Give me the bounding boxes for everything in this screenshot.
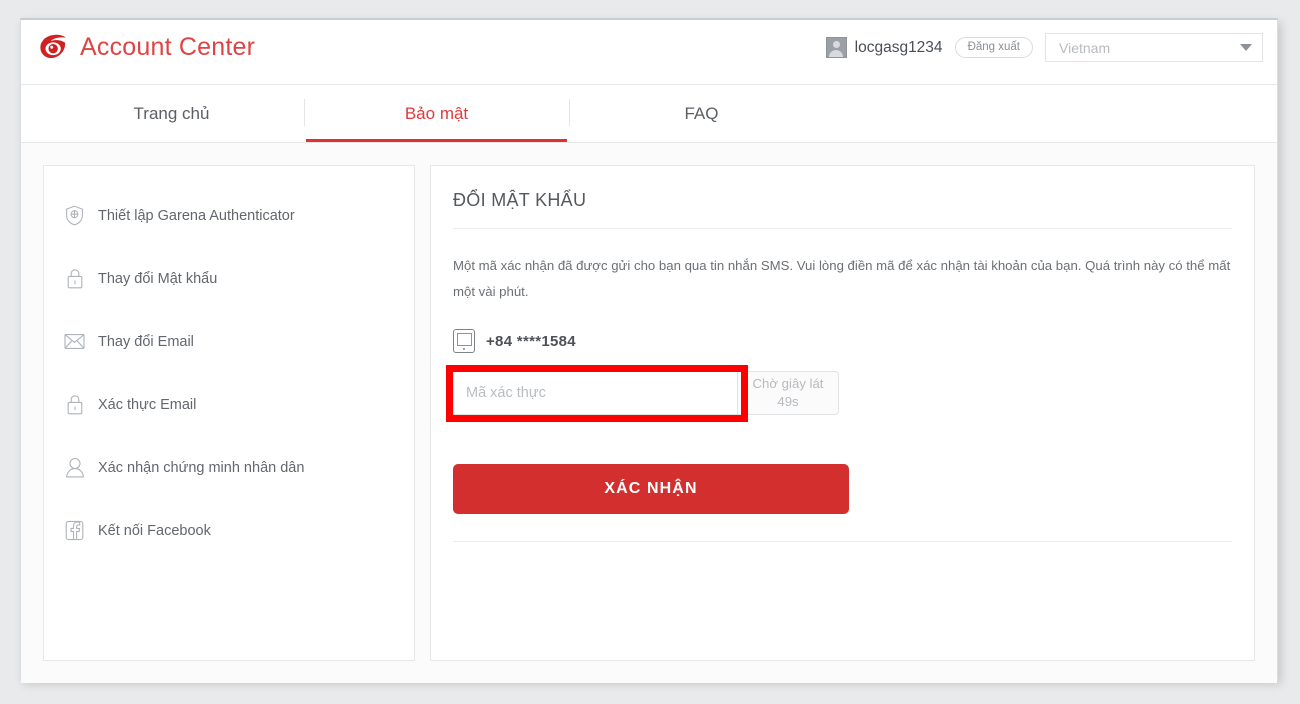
mobile-phone-icon xyxy=(453,329,475,354)
tab-bao-mat[interactable]: Bảo mật xyxy=(304,85,569,142)
resend-countdown-label: 49s xyxy=(777,394,799,410)
header-right: locgasg1234 Đăng xuất Vietnam xyxy=(825,33,1263,62)
phone-number-label: +84 ****1584 xyxy=(486,332,576,350)
title-divider xyxy=(453,228,1232,229)
avatar xyxy=(825,37,847,58)
site-header: Account Center locgasg1234 Đăng xuất Vie… xyxy=(21,20,1277,85)
main-panel: ĐỔI MẬT KHẨU Một mã xác nhận đã được gửi… xyxy=(430,165,1255,661)
sidebar-item-label: Kết nối Facebook xyxy=(98,522,211,539)
username-label: locgasg1234 xyxy=(854,38,943,56)
garena-logo-icon xyxy=(40,34,66,59)
envelope-icon xyxy=(64,331,85,353)
brand[interactable]: Account Center xyxy=(37,30,255,64)
phone-row: +84 ****1584 xyxy=(453,329,1232,354)
sidebar-item-verify-email[interactable]: Xác thực Email xyxy=(44,373,414,436)
person-id-icon xyxy=(64,457,85,479)
verification-code-input[interactable] xyxy=(453,371,737,416)
shield-icon xyxy=(64,205,85,227)
verification-code-row: Chờ giây lát 49s xyxy=(446,365,853,423)
tab-faq[interactable]: FAQ xyxy=(569,85,834,142)
submit-button[interactable]: XÁC NHẬN xyxy=(453,464,849,515)
description-text: Một mã xác nhận đã được gửi cho bạn qua … xyxy=(453,258,1231,299)
resend-code-button[interactable]: Chờ giây lát 49s xyxy=(737,371,839,416)
country-select-value: Vietnam xyxy=(1059,39,1111,56)
facebook-icon xyxy=(64,520,85,542)
sidebar-item-change-password[interactable]: Thay đổi Mật khẩu xyxy=(44,247,414,310)
sidebar: Thiết lập Garena Authenticator Thay đổi … xyxy=(43,165,415,661)
sidebar-item-label: Thay đổi Mật khẩu xyxy=(98,270,218,287)
sidebar-item-verify-id[interactable]: Xác nhận chứng minh nhân dân xyxy=(44,436,414,499)
nav-tabs: Trang chủ Bảo mật FAQ xyxy=(21,85,1277,143)
sidebar-item-label: Xác nhận chứng minh nhân dân xyxy=(98,459,305,476)
brand-title: Account Center xyxy=(80,32,256,61)
account-center-page: Account Center locgasg1234 Đăng xuất Vie… xyxy=(20,18,1278,683)
bottom-divider xyxy=(453,541,1232,543)
page-title: ĐỔI MẬT KHẨU xyxy=(453,190,587,210)
user-block: locgasg1234 xyxy=(825,37,943,58)
lock-icon xyxy=(64,394,85,416)
sidebar-item-authenticator[interactable]: Thiết lập Garena Authenticator xyxy=(44,184,414,247)
sidebar-item-change-email[interactable]: Thay đổi Email xyxy=(44,310,414,373)
sidebar-item-label: Thay đổi Email xyxy=(98,333,194,350)
tab-trang-chu[interactable]: Trang chủ xyxy=(39,85,304,142)
sidebar-item-label: Thiết lập Garena Authenticator xyxy=(98,207,295,224)
lock-icon xyxy=(64,268,85,290)
logout-button[interactable]: Đăng xuất xyxy=(954,37,1033,58)
sidebar-item-facebook[interactable]: Kết nối Facebook xyxy=(44,499,414,562)
content-area: Thiết lập Garena Authenticator Thay đổi … xyxy=(21,143,1277,683)
country-select[interactable]: Vietnam xyxy=(1045,33,1263,62)
chevron-down-icon xyxy=(1240,44,1252,51)
resend-wait-label: Chờ giây lát xyxy=(752,375,824,391)
sidebar-item-label: Xác thực Email xyxy=(98,396,197,413)
